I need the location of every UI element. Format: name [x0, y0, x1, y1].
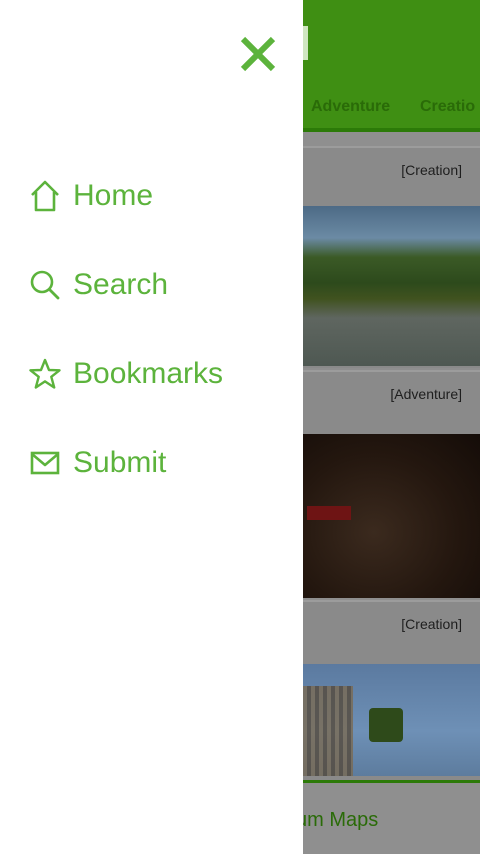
- card-category-tag: [Creation]: [401, 162, 462, 178]
- menu-item-home[interactable]: Home: [28, 171, 278, 221]
- tab-adventure[interactable]: Adventure: [311, 98, 390, 116]
- search-icon: [28, 268, 62, 302]
- map-card[interactable]: [Adventure]: [303, 370, 480, 598]
- home-icon: [28, 179, 62, 213]
- map-thumbnail-image: [303, 664, 480, 776]
- close-drawer-button[interactable]: [236, 32, 280, 76]
- thumbnail-detail: [303, 686, 353, 776]
- close-x-icon: [240, 36, 276, 72]
- star-icon: [28, 357, 62, 391]
- card-category-tag: [Creation]: [401, 616, 462, 632]
- card-category-tag: [Adventure]: [390, 386, 462, 402]
- menu-item-submit[interactable]: Submit: [28, 438, 278, 488]
- map-thumbnail-image: [303, 434, 480, 598]
- menu-item-label: Home: [73, 179, 154, 212]
- menu-item-label: Bookmarks: [73, 357, 224, 390]
- thumbnail-detail: [307, 506, 351, 520]
- thumbnail-detail: [369, 708, 403, 742]
- map-card[interactable]: [Creation]: [303, 600, 480, 780]
- tab-creation[interactable]: Creatio: [420, 98, 475, 116]
- map-card[interactable]: [Creation]: [303, 146, 480, 368]
- envelope-icon: [28, 446, 62, 480]
- bottom-bar-label: um Maps: [296, 809, 379, 831]
- menu-item-bookmarks[interactable]: Bookmarks: [28, 349, 278, 399]
- menu-item-label: Submit: [73, 446, 167, 479]
- menu-item-label: Search: [73, 268, 169, 301]
- map-thumbnail-image: [303, 206, 480, 366]
- navigation-drawer: Home Search Bookmarks Submit: [0, 0, 303, 854]
- menu-item-search[interactable]: Search: [28, 260, 278, 310]
